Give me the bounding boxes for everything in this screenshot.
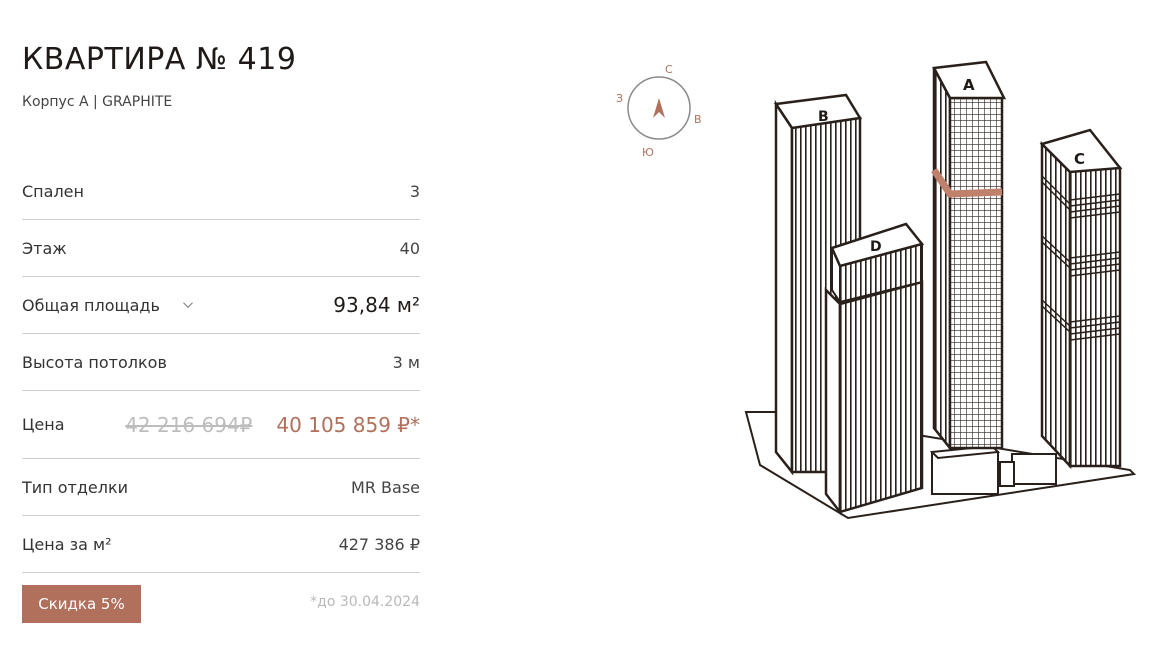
tower-b-label: B — [818, 109, 829, 125]
discount-badge[interactable]: Скидка 5% — [22, 585, 141, 623]
tower-d-label: D — [870, 239, 882, 255]
specs-list: Спален 3 Этаж 40 Общая площадь 93,84 м² … — [22, 163, 420, 573]
new-price: 40 105 859 ₽* — [276, 412, 420, 437]
ceiling-value: 3 м — [392, 352, 420, 372]
spec-row-finish: Тип отделки MR Base — [22, 459, 420, 516]
old-price: 42 216 694₽ — [125, 412, 253, 437]
discount-deadline: *до 30.04.2024 — [310, 594, 420, 610]
compass-east: В — [694, 113, 702, 126]
spec-row-price-per-m2: Цена за м² 427 386 ₽ — [22, 516, 420, 573]
finish-value: MR Base — [351, 477, 420, 497]
price-label: Цена — [22, 415, 65, 434]
building-subtitle: Корпус A | GRAPHITE — [22, 94, 173, 110]
tower-a[interactable]: A — [931, 60, 1007, 452]
ceiling-label: Высота потолков — [22, 352, 167, 372]
floor-label: Этаж — [22, 238, 67, 258]
chevron-down-icon[interactable] — [182, 299, 194, 311]
tower-c[interactable]: C — [1039, 128, 1123, 470]
apartment-title: КВАРТИРА № 419 — [22, 42, 297, 77]
spec-row-floor: Этаж 40 — [22, 220, 420, 277]
compass-south: Ю — [642, 146, 654, 159]
bedrooms-value: 3 — [409, 181, 420, 201]
area-toggle[interactable]: Общая площадь — [22, 296, 194, 315]
spec-row-area: Общая площадь 93,84 м² — [22, 277, 420, 334]
complex-3d-view[interactable]: B D A C — [740, 55, 1140, 525]
compass-west: З — [616, 92, 623, 105]
area-value: 93,84 м² — [333, 293, 420, 317]
compass-icon: С В Ю З — [616, 63, 702, 159]
compass-north: С — [665, 63, 673, 76]
price-per-m2-label: Цена за м² — [22, 534, 112, 554]
tower-c-label: C — [1074, 150, 1085, 168]
area-label: Общая площадь — [22, 295, 160, 315]
price-per-m2-value: 427 386 ₽ — [338, 534, 420, 554]
floor-value: 40 — [399, 238, 420, 258]
spec-row-price: Цена 42 216 694₽ 40 105 859 ₽* — [22, 391, 420, 459]
spec-row-ceiling: Высота потолков 3 м — [22, 334, 420, 391]
bedrooms-label: Спален — [22, 181, 84, 201]
finish-label: Тип отделки — [22, 477, 129, 497]
spec-row-bedrooms: Спален 3 — [22, 163, 420, 220]
tower-d[interactable]: D — [824, 222, 925, 516]
tower-a-label: A — [963, 76, 975, 94]
